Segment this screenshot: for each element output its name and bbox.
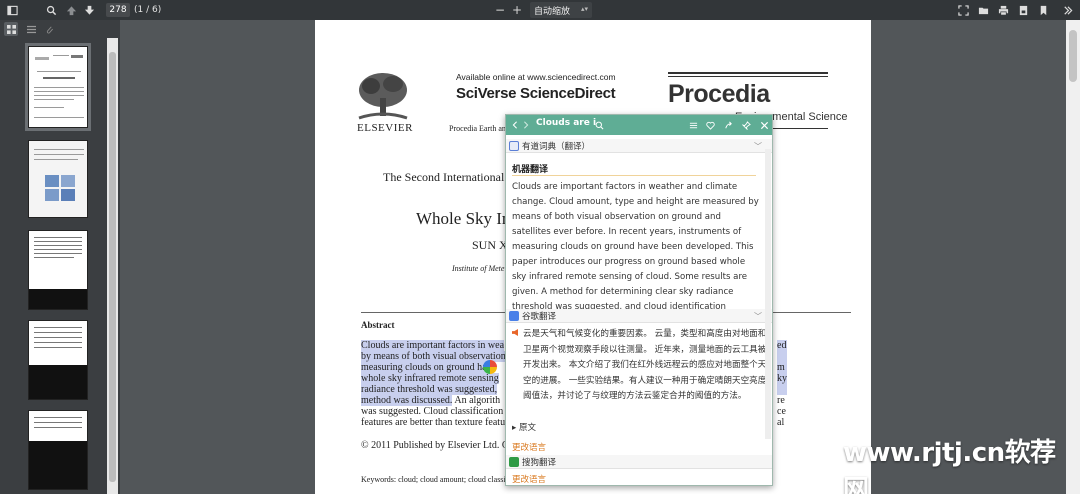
thumbnail-sidebar — [0, 20, 120, 494]
section-youdao[interactable]: 有道词典（翻译） ﹀ — [506, 139, 772, 153]
popup-menu-icon[interactable] — [687, 119, 699, 131]
page-thumbnail-1[interactable] — [25, 43, 91, 131]
chinese-translation: 云是天气和气候变化的重要因素。 云量，类型和高度由对地面和卫星两个视觉观察手段以… — [523, 329, 767, 401]
popup-header: Clouds are i — [506, 115, 772, 135]
youdao-logo-icon — [509, 141, 519, 151]
paper-author: SUN X — [472, 238, 508, 252]
outline-list-icon[interactable] — [24, 22, 38, 36]
abstract-line-5[interactable]: radiance threshold was suggested, — [361, 384, 498, 395]
abstract-line-3[interactable]: measuring clouds on ground ha — [361, 362, 487, 373]
paper-title: Whole Sky In — [416, 209, 511, 228]
machine-translation-divider — [512, 175, 756, 176]
chevron-down-icon-2: ﹀ — [754, 312, 762, 321]
journal-name: Procedia Earth an — [449, 124, 506, 133]
change-language-link-2[interactable]: 更改语言 — [512, 473, 546, 485]
copyright-line: © 2011 Published by Elsevier Ltd. C — [361, 440, 509, 451]
section-sogou[interactable]: 搜狗翻译 — [506, 455, 772, 469]
page-thumbnail-4[interactable] — [28, 320, 88, 400]
abstract-line-2[interactable]: by means of both visual observation — [361, 351, 506, 362]
search-icon[interactable] — [44, 2, 58, 18]
right-fragment-1: ed — [777, 340, 787, 351]
page-thumbnail-2[interactable] — [28, 140, 88, 218]
procedia-rule-top — [668, 72, 828, 74]
fullscreen-icon[interactable] — [956, 2, 970, 18]
document-scrollbar[interactable] — [1066, 20, 1080, 494]
download-icon[interactable] — [1016, 2, 1030, 18]
abstract-line-1[interactable]: Clouds are important factors in wea — [361, 340, 505, 351]
arrow-up-icon[interactable] — [64, 2, 78, 18]
close-icon[interactable] — [758, 119, 770, 131]
menu-double-chevron-icon[interactable] — [1060, 2, 1074, 18]
abstract-heading: Abstract — [361, 320, 395, 330]
arrow-down-icon[interactable] — [82, 2, 96, 18]
abstract-line-6-selected: method was discussed. — [361, 395, 453, 406]
abstract-line-6-rest: An algorith — [454, 395, 501, 406]
popup-scrollbar[interactable] — [765, 149, 771, 439]
open-file-icon[interactable] — [976, 2, 990, 18]
zoom-out-button[interactable]: − — [494, 2, 506, 18]
chevron-down-icon: ﹀ — [754, 142, 762, 151]
right-fragment-3: ky — [777, 373, 787, 384]
machine-translation-title: 机器翻译 — [512, 165, 549, 175]
print-icon[interactable] — [996, 2, 1010, 18]
share-icon[interactable] — [722, 119, 734, 131]
keywords-line: Keywords: cloud; cloud amount; cloud cla… — [361, 475, 506, 484]
sidebar-scrollbar-thumb[interactable] — [109, 52, 116, 482]
translate-trigger-icon[interactable] — [483, 360, 497, 374]
english-translation: Clouds are important factors in weather … — [512, 182, 759, 310]
document-scrollbar-thumb[interactable] — [1069, 30, 1077, 82]
abstract-line-7: was suggested. Cloud classification — [361, 406, 504, 417]
abstract-line-6[interactable]: method was discussed. An algorith — [361, 395, 500, 406]
popup-query[interactable]: Clouds are i — [536, 118, 596, 128]
section-sogou-label: 搜狗翻译 — [522, 457, 557, 468]
forward-icon[interactable] — [520, 119, 532, 131]
elsevier-wordmark: ELSEVIER — [357, 122, 413, 134]
abstract-line-8: features are better than texture featu — [361, 417, 506, 428]
procedia-rule-2 — [668, 76, 828, 77]
section-youdao-label: 有道词典（翻译） — [522, 141, 591, 152]
pin-icon[interactable] — [740, 119, 752, 131]
bookmark-icon[interactable] — [1036, 2, 1050, 18]
zoom-select[interactable]: 自动缩放 ▴▾ — [530, 2, 592, 18]
page-thumbnail-5[interactable] — [28, 410, 88, 490]
chevron-updown-icon: ▴▾ — [580, 5, 588, 13]
sciverse-title: SciVerse ScienceDirect — [456, 85, 616, 102]
pdf-toolbar: 278 (1 / 6) − + 自动缩放 ▴▾ — [0, 0, 1080, 20]
author-institute: Institute of Mete — [452, 264, 505, 273]
abstract-line-4[interactable]: whole sky infrared remote sensing — [361, 373, 499, 384]
elsevier-tree-logo — [355, 70, 411, 122]
right-fragment-4: re — [777, 395, 785, 406]
sidebar-toggle-icon[interactable] — [4, 2, 20, 18]
site-watermark: www.rjtj.cn软荐网 — [843, 438, 1056, 494]
conference-name: The Second International — [383, 170, 505, 184]
page-number-input[interactable]: 278 — [106, 3, 130, 17]
available-online: Available online at www.sciencedirect.co… — [456, 72, 616, 82]
zoom-in-button[interactable]: + — [511, 2, 523, 18]
sidebar-scrollbar[interactable] — [107, 38, 118, 494]
translation-popup: Clouds are i 有道词典（翻译） ﹀ 机器翻译 Clouds are … — [505, 114, 773, 486]
favorite-heart-icon[interactable] — [704, 119, 716, 131]
popup-search-icon[interactable] — [593, 119, 605, 131]
right-fragment-6: al — [777, 417, 785, 428]
original-text-toggle[interactable]: ▸ 原文 — [512, 421, 536, 433]
procedia-title: Procedia — [668, 80, 770, 108]
sidebar-tabs — [0, 20, 120, 38]
section-google[interactable]: 谷歌翻译 ﹀ — [506, 309, 772, 323]
zoom-select-value: 自动缩放 — [534, 6, 571, 17]
page-count: (1 / 6) — [134, 5, 162, 15]
right-fragment-5: ce — [777, 406, 786, 417]
thumbnail-grid-icon[interactable] — [4, 22, 18, 36]
google-translate-logo-icon — [509, 311, 519, 321]
attachment-icon[interactable] — [42, 22, 56, 36]
right-fragment-2: m — [777, 362, 785, 373]
page-thumbnail-3[interactable] — [28, 230, 88, 310]
sogou-logo-icon — [509, 457, 519, 467]
section-google-label: 谷歌翻译 — [522, 311, 557, 322]
change-language-link-1[interactable]: 更改语言 — [512, 441, 546, 453]
speaker-icon[interactable] — [512, 329, 518, 336]
